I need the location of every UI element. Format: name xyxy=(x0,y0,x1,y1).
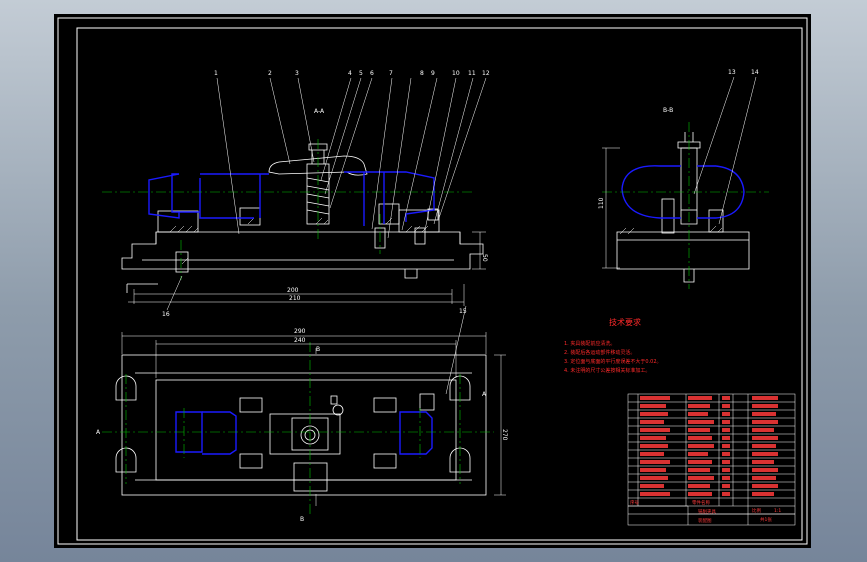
dim-plan-inner: 240 xyxy=(294,337,306,344)
tb-header-seq: 序号 xyxy=(630,499,639,506)
leaders-side xyxy=(602,76,757,269)
note-line-4: 4. 未注明的尺寸公差按相关标准加工。 xyxy=(564,367,650,374)
balloon-12: 12 xyxy=(482,70,490,77)
balloon-16: 16 xyxy=(162,311,170,318)
tb-scale-value: 1:1 xyxy=(774,508,781,514)
balloon-8: 8 xyxy=(420,70,424,77)
view-b-top: B xyxy=(316,346,320,353)
dim-plan-height: 270 xyxy=(501,429,508,441)
balloon-6: 6 xyxy=(370,70,374,77)
balloon-4: 4 xyxy=(348,70,352,77)
balloon-15: 15 xyxy=(459,308,467,315)
dims-plan xyxy=(121,305,506,506)
dim-front-height: 50 xyxy=(481,254,488,262)
balloon-3: 3 xyxy=(295,70,299,77)
view-a-left: A xyxy=(96,429,101,436)
tb-scale-label: 比例 xyxy=(752,507,761,514)
dim-front-inner: 200 xyxy=(287,287,299,294)
assembly-drawing: 1 2 3 4 5 6 7 8 9 10 11 12 16 A-A 200 21… xyxy=(57,17,808,545)
section-bb-label: B-B xyxy=(663,107,673,114)
note-line-2: 2. 装配后各运动部件移动灵活。 xyxy=(564,349,635,356)
note-line-3: 3. 定位面与底面的平行度误差不大于0.02。 xyxy=(564,358,662,365)
balloons-front: 1 2 3 4 5 6 7 8 9 10 11 12 16 A-A xyxy=(162,70,490,318)
balloon-13: 13 xyxy=(728,69,736,76)
note-line-1: 1. 夹具装配前应清洗。 xyxy=(564,340,615,347)
balloon-11: 11 xyxy=(468,70,476,77)
section-aa-label: A-A xyxy=(314,108,325,115)
tb-sheet: 共1张 xyxy=(760,516,772,523)
cad-viewport[interactable]: 1 2 3 4 5 6 7 8 9 10 11 12 16 A-A 200 21… xyxy=(54,14,811,548)
balloon-9: 9 xyxy=(431,70,435,77)
view-b-bottom: B xyxy=(300,516,304,523)
plan-view xyxy=(115,354,487,496)
balloon-1: 1 xyxy=(214,70,218,77)
notes-title: 技术要求 xyxy=(609,317,641,327)
dim-side-height: 110 xyxy=(598,197,605,209)
tb-header-name: 零件名称 xyxy=(692,499,710,506)
centerlines-side xyxy=(602,122,769,289)
side-section-view xyxy=(616,132,750,283)
front-section-view xyxy=(121,143,484,293)
balloon-14: 14 xyxy=(751,69,759,76)
balloon-2: 2 xyxy=(268,70,272,77)
tb-drawing-name: 铣削夹具 xyxy=(698,508,716,515)
workpiece-front xyxy=(148,171,435,226)
balloon-5: 5 xyxy=(359,70,363,77)
balloon-10: 10 xyxy=(452,70,460,77)
leaders-front xyxy=(166,77,487,311)
dim-front-outer: 210 xyxy=(289,295,301,302)
centerlines-plan xyxy=(102,342,494,514)
parts-list-entries xyxy=(640,396,778,496)
dim-plan-overall: 290 xyxy=(294,328,306,335)
balloon-7: 7 xyxy=(389,70,393,77)
tb-assembly: 装配图 xyxy=(698,517,712,524)
